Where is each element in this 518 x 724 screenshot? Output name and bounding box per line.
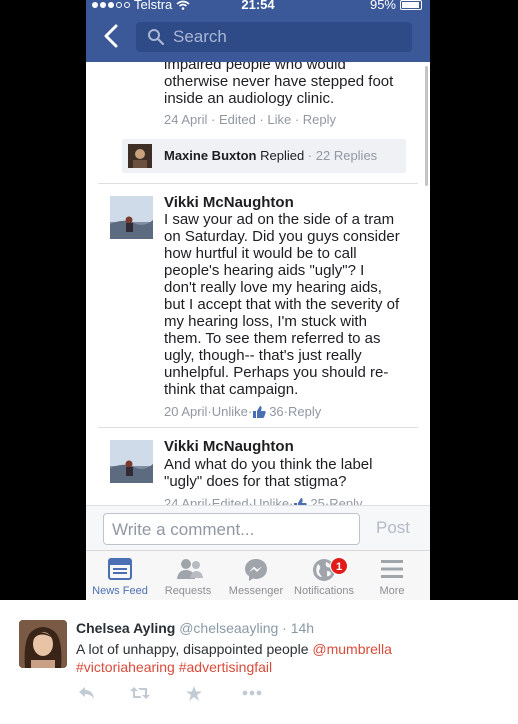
thumbs-up-icon [294,497,308,505]
tab-news-feed[interactable]: News Feed [86,551,154,600]
comment-composer: Write a comment... Post [86,505,430,550]
comment-meta: 24 April · Edited · Unlike · 25 · Reply [164,496,362,505]
tweet-card: Chelsea Ayling @chelseaayling · 14h A lo… [0,600,518,724]
phone-screen: Telstra 21:54 95% Search impaired people… [86,0,430,600]
comment-date: 20 April [164,404,208,419]
left-black-margin [0,0,86,600]
hashtag-link[interactable]: #victoriahearing [76,659,175,675]
menu-icon [381,560,403,578]
avatar[interactable] [110,196,153,239]
search-icon [148,29,165,46]
reply-count: 22 Replies [315,148,378,163]
search-input[interactable]: Search [136,22,412,52]
tab-notifications[interactable]: 1 Notifications [290,551,358,600]
avatar[interactable] [110,440,153,483]
comment-author[interactable]: Vikki McNaughton [164,438,294,455]
unlike-link[interactable]: Unlike [212,404,248,419]
back-chevron-icon[interactable] [102,24,120,48]
retweet-icon[interactable] [130,686,150,700]
like-count: 36 [269,404,284,419]
avatar [128,144,152,168]
screenshot-canvas: Telstra 21:54 95% Search impaired people… [0,0,518,724]
tab-requests[interactable]: Requests [154,551,222,600]
reply-link[interactable]: Reply [329,496,362,505]
comment-input[interactable]: Write a comment... [103,513,360,545]
thumbs-up-icon [253,405,266,418]
comment-meta: 24 April · Edited · Like · Reply [164,112,337,127]
comment-text: impaired people who would otherwise neve… [164,62,394,107]
tweet-header: Chelsea Ayling @chelseaayling · 14h [76,620,315,636]
reply-link[interactable]: Reply [303,112,336,127]
scrollbar[interactable] [425,66,428,186]
mention-link[interactable]: @mumbrella [312,641,392,657]
search-placeholder: Search [173,27,227,46]
edited-link[interactable]: Edited [212,496,249,505]
like-link[interactable]: Like [267,112,291,127]
status-bar: Telstra 21:54 95% [86,0,430,14]
tweet-time[interactable]: 14h [291,620,314,636]
tab-more[interactable]: More [358,551,426,600]
avatar[interactable] [19,620,67,668]
messenger-icon [245,559,267,581]
reply-link[interactable]: Reply [288,404,321,419]
tab-bar: News Feed Requests Messenger 1 Notificat… [86,550,430,600]
news-feed-icon [108,558,132,580]
tweet-author-name[interactable]: Chelsea Ayling [76,620,175,636]
tweet-author-handle[interactable]: @chelseaayling [179,620,278,636]
unlike-link[interactable]: Unlike [253,496,289,505]
divider [98,183,418,184]
reply-action: Replied [260,148,305,163]
favorite-star-icon[interactable] [186,686,202,701]
right-black-margin [430,0,518,600]
comment-text: And what do you think the label "ugly" d… [164,456,373,490]
more-options-icon[interactable] [242,690,262,696]
comment-author[interactable]: Vikki McNaughton [164,194,294,211]
notification-badge: 1 [330,557,348,575]
hashtag-link[interactable]: #advertisingfail [179,659,272,675]
comments-thread: impaired people who would otherwise neve… [86,62,430,505]
comment-date: 24 April [164,112,208,127]
like-count: 25 [310,496,325,505]
battery-icon [400,0,422,10]
tweet-text: A lot of unhappy, disappointed people @m… [76,641,392,675]
comment-text: I saw your ad on the side of a tram on S… [164,211,400,398]
divider [98,427,418,428]
tab-messenger[interactable]: Messenger [222,551,290,600]
comment-date: 24 April [164,496,208,505]
post-button[interactable]: Post [376,518,410,538]
battery-percent: 95% [369,0,396,12]
navigation-bar: Telstra 21:54 95% Search [86,0,430,62]
comment-meta: 20 April · Unlike · 36 · Reply [164,404,322,419]
edited-link[interactable]: Edited [219,112,256,127]
reply-author: Maxine Buxton [164,148,257,163]
replies-summary[interactable]: Maxine Buxton Replied · 22 Replies [122,139,406,173]
reply-icon[interactable] [78,686,96,700]
friend-requests-icon [177,559,203,579]
